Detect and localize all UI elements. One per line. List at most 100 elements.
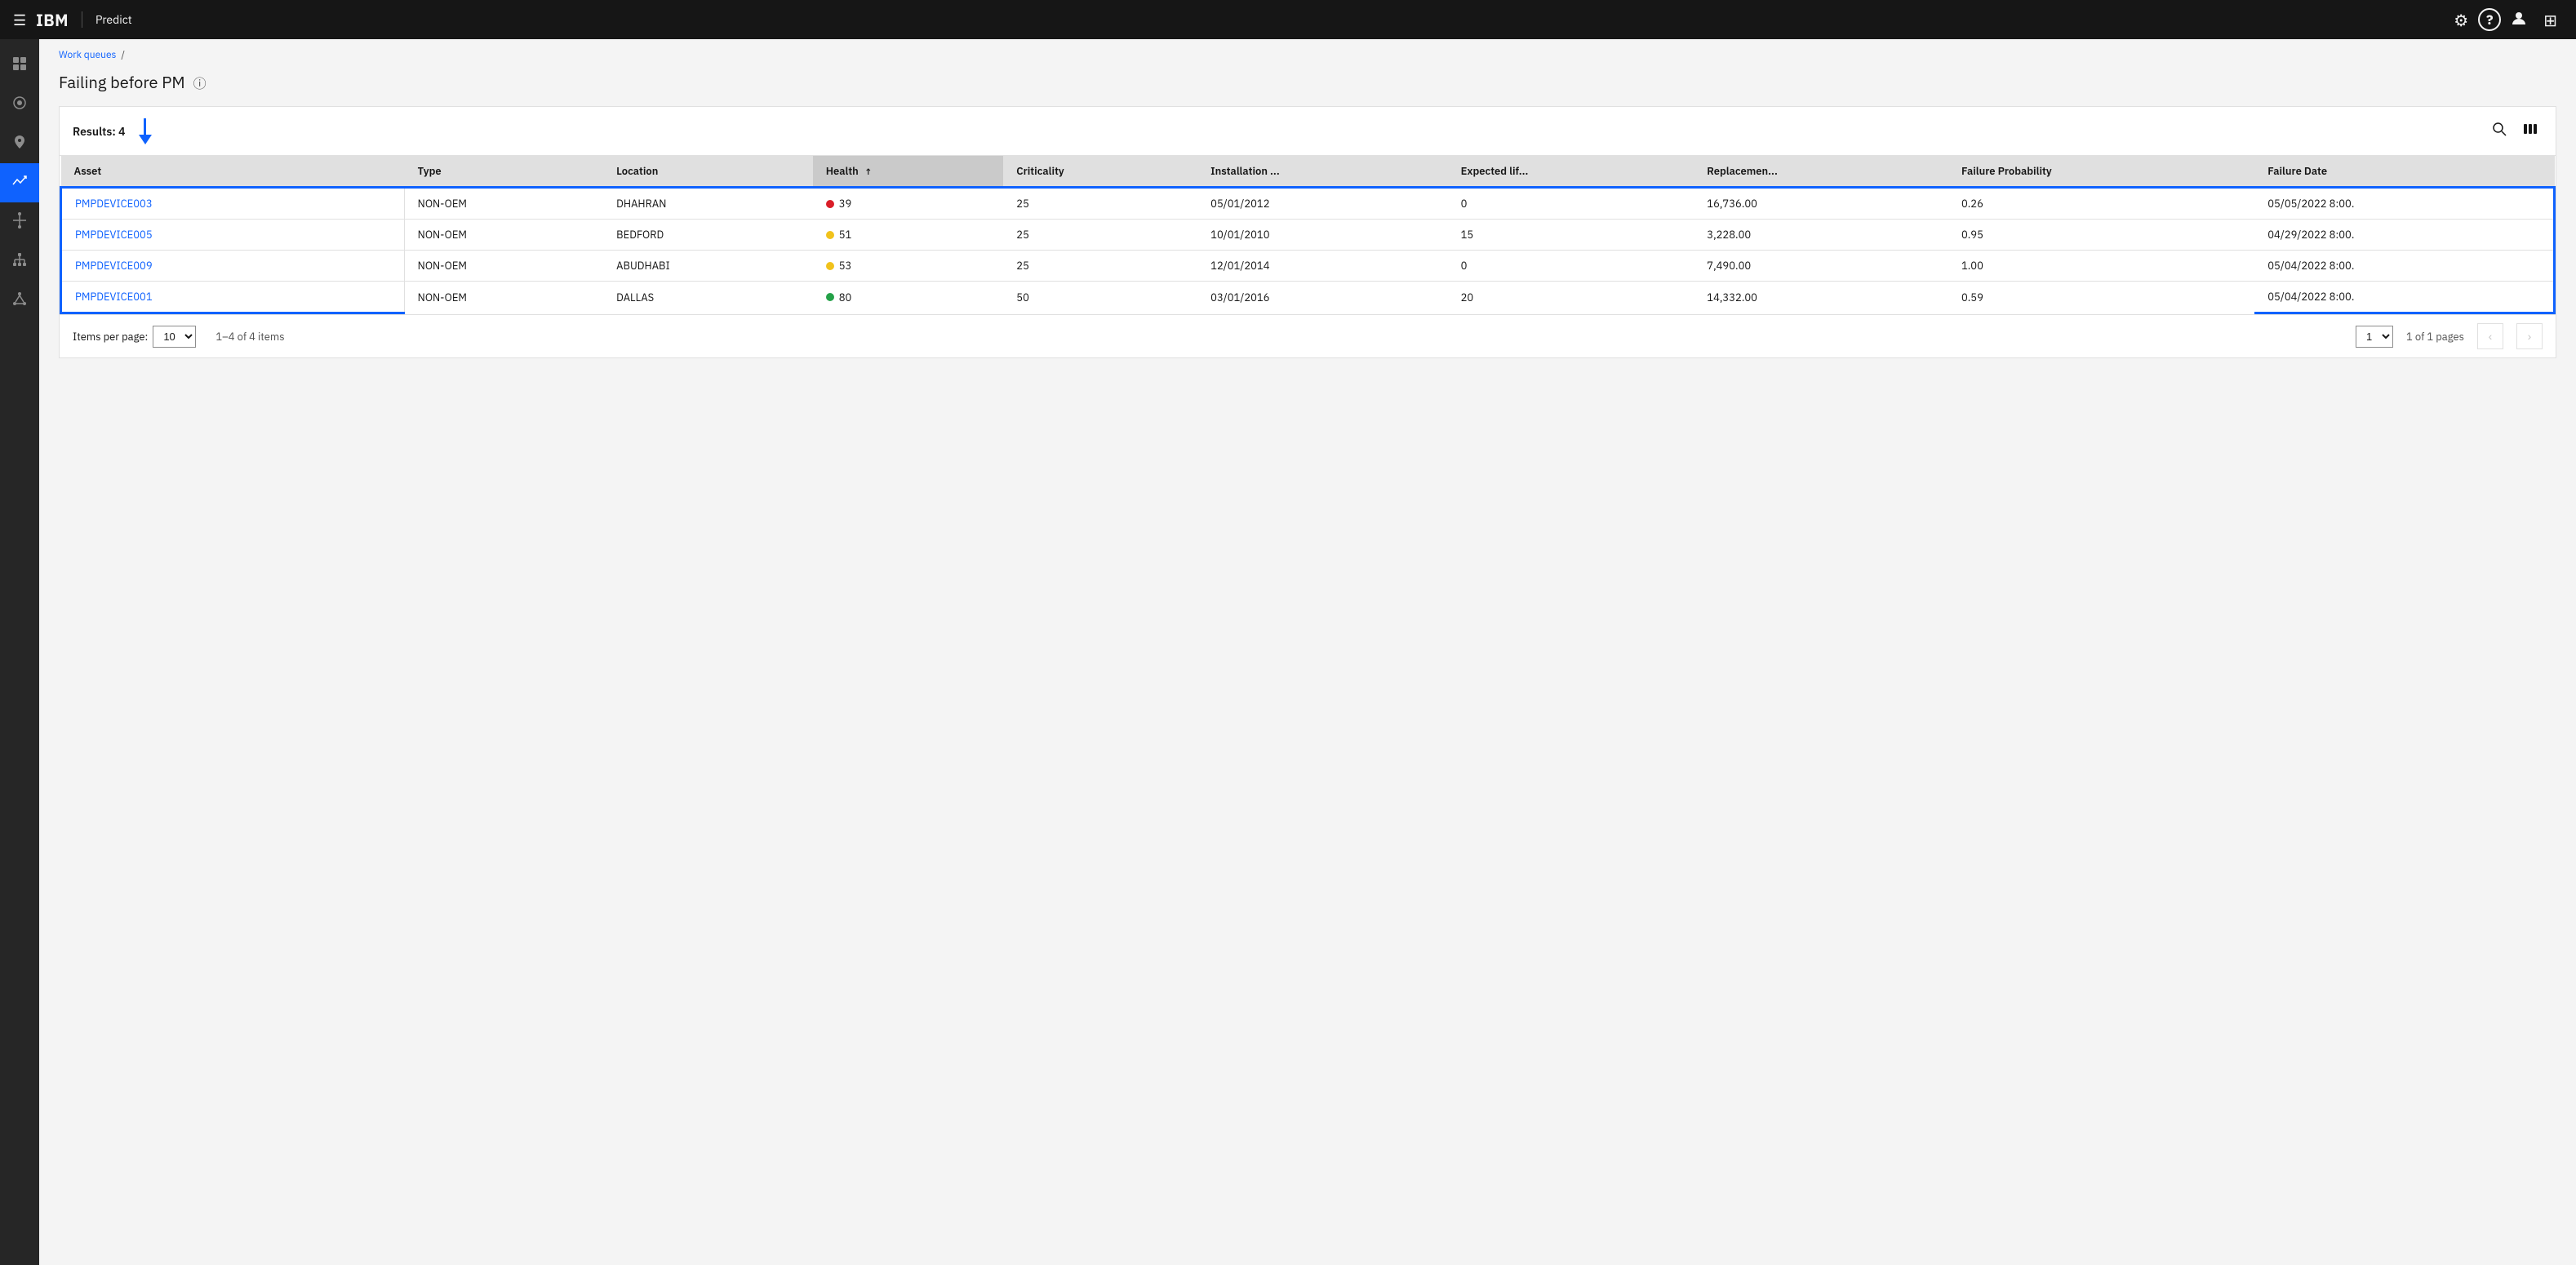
cell-failure-date: 04/29/2022 8:00. (2254, 220, 2554, 251)
column-settings-button[interactable] (2518, 117, 2543, 145)
asset-link-pmpdevice005[interactable]: PMPDEVICE005 (75, 228, 153, 242)
arrow-shaft (144, 118, 146, 135)
cell-expected-life: 0 (1448, 188, 1694, 220)
cell-type: NON-OEM (404, 251, 603, 282)
cell-location: DHAHRAN (603, 188, 813, 220)
table-row: PMPDEVICE005NON-OEMBEDFORD512510/01/2010… (61, 220, 2555, 251)
cell-criticality: 50 (1003, 282, 1197, 313)
col-header-expected-life[interactable]: Expected lif... (1448, 156, 1694, 188)
location-icon (11, 134, 28, 154)
sidebar-item-catalog[interactable] (0, 46, 39, 85)
main-layout: Work queues / Failing before PM ⓘ Result… (0, 39, 2576, 1265)
page-select-control: 1 (2356, 326, 2393, 348)
hamburger-menu[interactable]: ☰ (13, 11, 26, 29)
main-content: Work queues / Failing before PM ⓘ Result… (39, 39, 2576, 1265)
catalog-icon (11, 55, 28, 76)
cell-type: NON-OEM (404, 220, 603, 251)
sidebar-item-connections[interactable] (0, 281, 39, 320)
cell-expected-life: 15 (1448, 220, 1694, 251)
cell-criticality: 25 (1003, 188, 1197, 220)
col-header-asset[interactable]: Asset (61, 156, 405, 188)
col-header-failure-date[interactable]: Failure Date (2254, 156, 2554, 188)
page-number-select[interactable]: 1 (2356, 326, 2393, 348)
table-toolbar: Results: 4 (60, 107, 2556, 156)
col-header-location[interactable]: Location (603, 156, 813, 188)
cell-failure-probability: 0.26 (1948, 188, 2254, 220)
arrow-head (139, 135, 152, 144)
cell-criticality: 25 (1003, 220, 1197, 251)
sidebar-item-analytics[interactable] (0, 163, 39, 202)
prev-page-button[interactable]: ‹ (2477, 323, 2503, 349)
next-page-button[interactable]: › (2516, 323, 2543, 349)
results-count: Results: 4 (73, 124, 126, 139)
breadcrumb-separator: / (121, 49, 125, 61)
health-value: 51 (839, 228, 852, 242)
data-table: Asset Type Location Health ↑ Criticality… (60, 156, 2556, 314)
sort-icon-health: ↑ (864, 166, 873, 178)
info-icon[interactable]: ⓘ (193, 73, 207, 92)
col-header-installation[interactable]: Installation ... (1197, 156, 1447, 188)
flow-icon (11, 212, 28, 233)
asset-link-pmpdevice009[interactable]: PMPDEVICE009 (75, 259, 153, 273)
cell-installation: 12/01/2014 (1197, 251, 1447, 282)
cell-replacement: 16,736.00 (1694, 188, 1948, 220)
asset-link-pmpdevice001[interactable]: PMPDEVICE001 (75, 290, 153, 304)
col-header-criticality[interactable]: Criticality (1003, 156, 1197, 188)
ibm-logo: IBM (36, 9, 69, 31)
sidebar (0, 39, 39, 1265)
cell-criticality: 25 (1003, 251, 1197, 282)
items-range: 1–4 of 4 items (215, 330, 284, 344)
col-header-replacement[interactable]: Replacemen... (1694, 156, 1948, 188)
cell-health: 53 (813, 251, 1004, 282)
health-dot-yellow (826, 262, 834, 270)
cell-failure-probability: 1.00 (1948, 251, 2254, 282)
cell-type: NON-OEM (404, 282, 603, 313)
cell-replacement: 7,490.00 (1694, 251, 1948, 282)
sidebar-item-flow[interactable] (0, 202, 39, 242)
cell-expected-life: 20 (1448, 282, 1694, 313)
page-info: 1 of 1 pages (2406, 330, 2464, 344)
sidebar-item-hierarchy[interactable] (0, 242, 39, 281)
help-icon[interactable]: ? (2478, 8, 2501, 31)
items-per-page-control: Items per page: 10 20 50 (73, 326, 196, 348)
health-dot-red (826, 200, 834, 208)
cell-health: 39 (813, 188, 1004, 220)
table-header-row: Asset Type Location Health ↑ Criticality… (61, 156, 2555, 188)
col-header-type[interactable]: Type (404, 156, 603, 188)
pagination: Items per page: 10 20 50 1–4 of 4 items … (60, 314, 2556, 357)
col-header-failure-probability[interactable]: Failure Probability (1948, 156, 2254, 188)
breadcrumb: Work queues / (39, 39, 2576, 64)
settings-icon[interactable]: ⚙ (2447, 2, 2475, 38)
arrow-annotation (139, 118, 152, 144)
cell-expected-life: 0 (1448, 251, 1694, 282)
table-row: PMPDEVICE001NON-OEMDALLAS805003/01/20162… (61, 282, 2555, 313)
cell-failure-date: 05/04/2022 8:00. (2254, 282, 2554, 313)
cell-installation: 10/01/2010 (1197, 220, 1447, 251)
cell-type: NON-OEM (404, 188, 603, 220)
cell-health: 51 (813, 220, 1004, 251)
table-row: PMPDEVICE003 NON-OEMDHAHRAN392505/01/2012… (61, 188, 2555, 220)
page-title: Failing before PM (59, 71, 185, 93)
account-icon[interactable] (2504, 2, 2534, 38)
table-row: PMPDEVICE009NON-OEMABUDHABI532512/01/201… (61, 251, 2555, 282)
col-header-health[interactable]: Health ↑ (813, 156, 1004, 188)
page-header: Failing before PM ⓘ (39, 64, 2576, 106)
health-value: 80 (839, 291, 852, 304)
sidebar-item-home[interactable] (0, 85, 39, 124)
sidebar-item-location[interactable] (0, 124, 39, 163)
cell-installation: 05/01/2012 (1197, 188, 1447, 220)
cell-health: 80 (813, 282, 1004, 313)
items-per-page-select[interactable]: 10 20 50 (153, 326, 196, 348)
nav-icon-group: ⚙ ? ⊞ (2447, 2, 2563, 38)
apps-icon[interactable]: ⊞ (2537, 2, 2563, 38)
cell-failure-probability: 0.59 (1948, 282, 2254, 313)
items-per-page-label: Items per page: (73, 330, 148, 344)
home-icon (11, 95, 28, 115)
cell-failure-probability: 0.95 (1948, 220, 2254, 251)
search-button[interactable] (2487, 117, 2512, 145)
asset-link-pmpdevice003[interactable]: PMPDEVICE003 (75, 197, 153, 211)
top-navigation: ☰ IBM Predict ⚙ ? ⊞ (0, 0, 2576, 39)
cell-installation: 03/01/2016 (1197, 282, 1447, 313)
breadcrumb-work-queues[interactable]: Work queues (59, 49, 116, 61)
connections-icon (11, 291, 28, 311)
